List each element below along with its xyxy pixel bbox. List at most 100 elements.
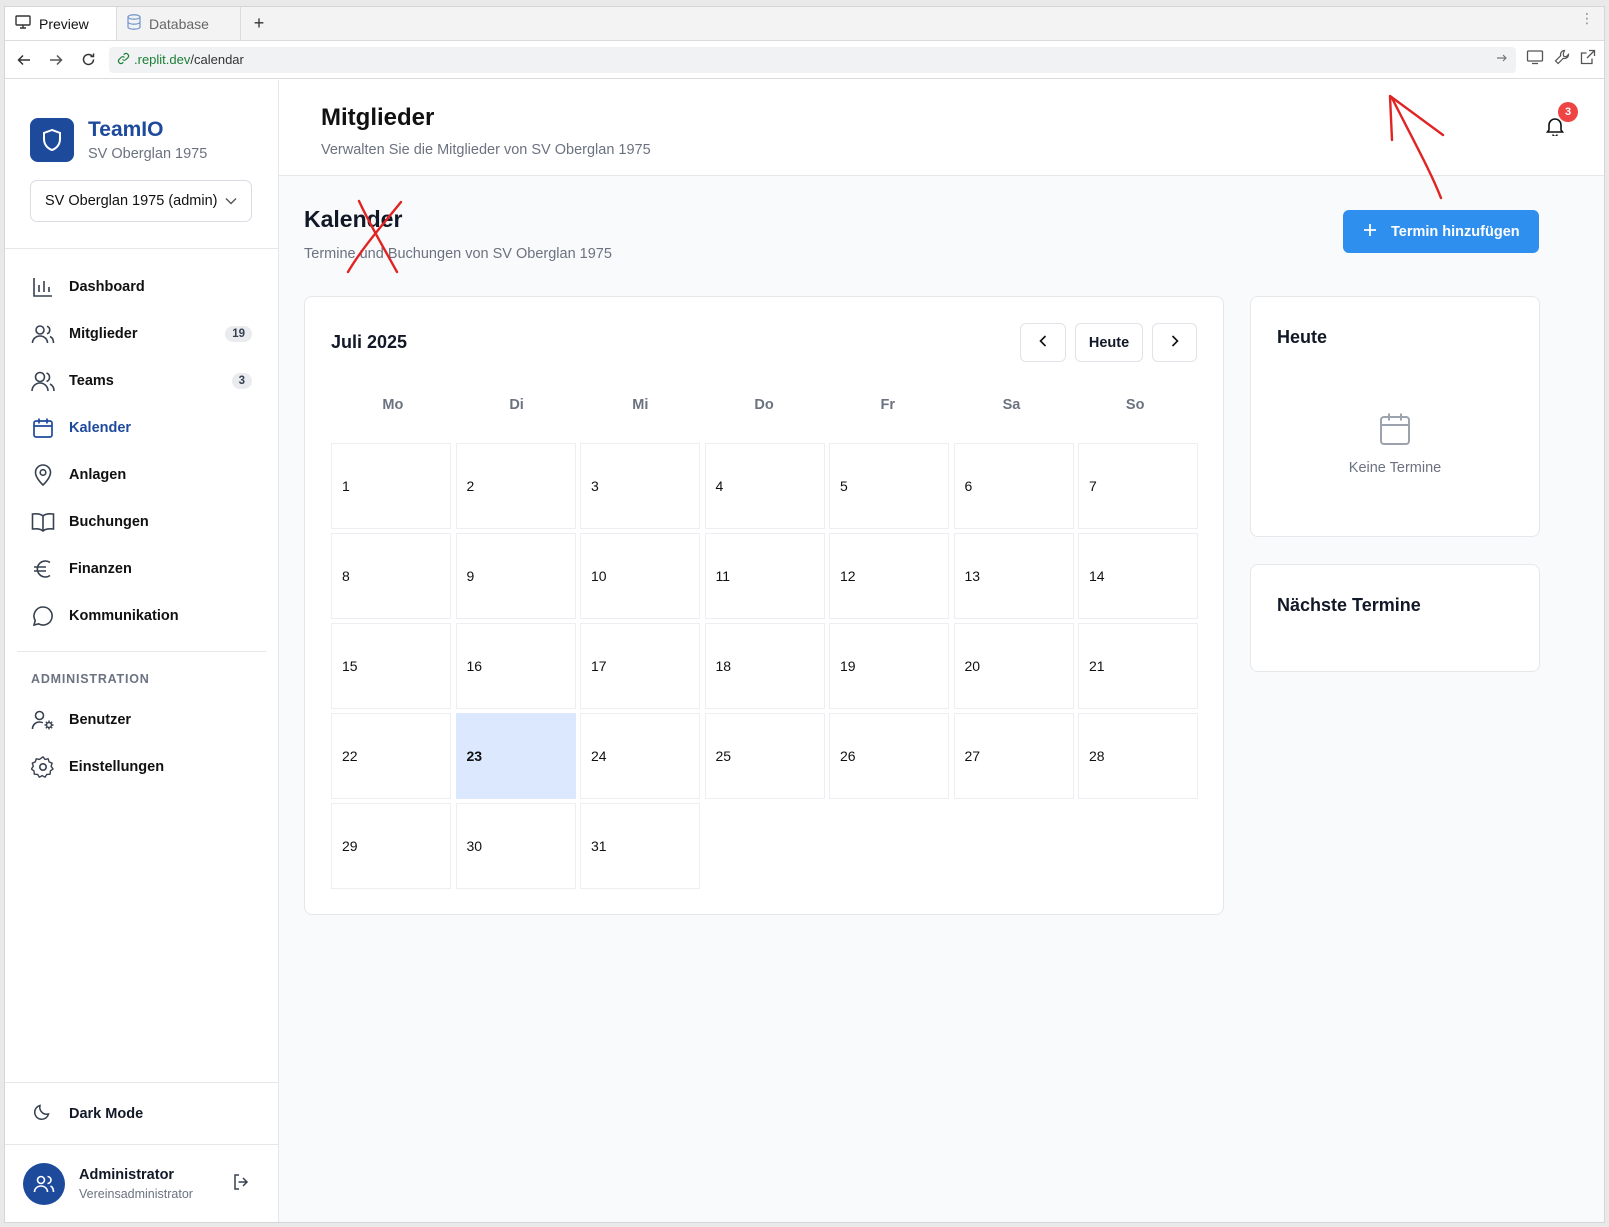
back-button[interactable] xyxy=(13,49,35,71)
browser-tabbar: Preview Database + ⋮ xyxy=(5,7,1604,41)
sidebar-item-dashboard[interactable]: Dashboard xyxy=(5,263,278,310)
calendar-day[interactable]: 3 xyxy=(580,443,700,529)
section-label-administration: ADMINISTRATION xyxy=(31,672,150,686)
sidebar: TeamIO SV Oberglan 1975 SV Oberglan 1975… xyxy=(5,80,279,1222)
calendar-day[interactable]: 10 xyxy=(580,533,700,619)
calendar-day[interactable]: 14 xyxy=(1078,533,1198,619)
sidebar-item-finanzen[interactable]: Finanzen xyxy=(5,545,278,592)
calendar-day[interactable]: 4 xyxy=(704,443,825,529)
avatar[interactable] xyxy=(23,1162,65,1205)
external-link-icon[interactable] xyxy=(1580,49,1596,70)
calendar-day-today[interactable]: 23 xyxy=(455,713,576,799)
user-cog-icon xyxy=(31,708,55,732)
header-subtitle: Verwalten Sie die Mitglieder von SV Ober… xyxy=(321,142,651,158)
sidebar-item-anlagen[interactable]: Anlagen xyxy=(5,451,278,498)
calendar-day[interactable]: 9 xyxy=(455,533,576,619)
sidebar-item-kommunikation[interactable]: Kommunikation xyxy=(5,592,278,639)
calendar-day[interactable]: 2 xyxy=(455,443,576,529)
chevron-right-icon xyxy=(1171,334,1179,351)
calendar-day[interactable]: 6 xyxy=(953,443,1074,529)
calendar-day[interactable]: 12 xyxy=(829,533,949,619)
tab-database-label: Database xyxy=(149,15,209,32)
calendar-day[interactable]: 25 xyxy=(704,713,825,799)
sidebar-item-label: Dashboard xyxy=(69,278,145,295)
sidebar-item-buchungen[interactable]: Buchungen xyxy=(5,498,278,545)
dark-mode-toggle[interactable]: Dark Mode xyxy=(5,1082,278,1144)
browser-window: Preview Database + ⋮ .replit.dev/calenda… xyxy=(4,6,1605,1223)
more-vertical-icon[interactable]: ⋮ xyxy=(1580,11,1594,25)
weekday-header: Mo Di Mi Do Fr Sa So xyxy=(331,397,1197,413)
sidebar-item-benutzer[interactable]: Benutzer xyxy=(5,696,278,743)
browser-tools xyxy=(1526,49,1596,70)
calendar-day[interactable]: 26 xyxy=(829,713,949,799)
tab-database[interactable]: Database xyxy=(117,7,241,40)
user-profile: Administrator Vereinsadministrator xyxy=(5,1144,278,1222)
sidebar-item-label: Anlagen xyxy=(69,466,127,483)
page-title: Kalender xyxy=(304,206,403,232)
tab-preview-label: Preview xyxy=(39,15,89,32)
wrench-icon[interactable] xyxy=(1554,49,1570,70)
calendar-day[interactable]: 29 xyxy=(331,803,451,889)
today-button[interactable]: Heute xyxy=(1075,323,1143,362)
calendar-day[interactable]: 8 xyxy=(331,533,451,619)
sidebar-item-label: Kommunikation xyxy=(69,607,179,624)
sidebar-item-label: Buchungen xyxy=(69,513,149,530)
prev-month-button[interactable] xyxy=(1020,323,1066,362)
calendar-day[interactable]: 5 xyxy=(829,443,949,529)
brand-name: TeamIO xyxy=(88,118,164,141)
calendar-day[interactable]: 17 xyxy=(580,623,700,709)
calendar-day[interactable]: 15 xyxy=(331,623,451,709)
user-name: Administrator xyxy=(79,1166,175,1183)
calendar-day[interactable]: 22 xyxy=(331,713,451,799)
calendar-day[interactable]: 19 xyxy=(829,623,949,709)
today-panel: Heute Keine Termine xyxy=(1250,296,1540,537)
calendar-day[interactable]: 24 xyxy=(580,713,700,799)
app-root: TeamIO SV Oberglan 1975 SV Oberglan 1975… xyxy=(5,80,1604,1222)
new-tab-button[interactable]: + xyxy=(241,7,277,40)
calendar-day[interactable]: 31 xyxy=(580,803,700,889)
calendar-day[interactable]: 1 xyxy=(331,443,451,529)
add-event-button[interactable]: Termin hinzufügen xyxy=(1343,210,1539,253)
next-month-button[interactable] xyxy=(1152,323,1197,362)
sidebar-item-label: Teams xyxy=(69,372,114,389)
brand: TeamIO SV Oberglan 1975 xyxy=(5,80,278,170)
forward-button[interactable] xyxy=(45,49,67,71)
calendar-nav: Heute xyxy=(1020,323,1197,362)
book-icon xyxy=(31,510,55,534)
weekday-label: So xyxy=(1125,397,1145,413)
calendar-grid: 1 2 3 4 5 6 7 8 9 10 11 12 13 14 15 16 17 18 19 20 21 22 23 24 2… xyxy=(331,443,1199,889)
calendar-day[interactable]: 27 xyxy=(953,713,1074,799)
sidebar-item-kalender[interactable]: Kalender xyxy=(5,404,278,451)
calendar-day[interactable]: 7 xyxy=(1078,443,1198,529)
sidebar-item-teams[interactable]: Teams 3 xyxy=(5,357,278,404)
calendar-day[interactable]: 18 xyxy=(704,623,825,709)
sidebar-item-einstellungen[interactable]: Einstellungen xyxy=(5,743,278,790)
shield-logo-icon xyxy=(30,118,74,162)
weekday-label: Mo xyxy=(382,397,404,413)
calendar-day[interactable]: 28 xyxy=(1078,713,1198,799)
bell-icon xyxy=(1545,118,1565,140)
sidebar-item-mitglieder[interactable]: Mitglieder 19 xyxy=(5,310,278,357)
reload-button[interactable] xyxy=(77,49,99,71)
url-input[interactable]: .replit.dev/calendar xyxy=(109,46,1516,73)
calendar-day[interactable]: 11 xyxy=(704,533,825,619)
calendar-day[interactable]: 16 xyxy=(455,623,576,709)
calendar-day[interactable]: 21 xyxy=(1078,623,1198,709)
notifications-button[interactable]: 3 xyxy=(1545,102,1578,141)
chevron-down-icon xyxy=(225,193,237,209)
club-select[interactable]: SV Oberglan 1975 (admin) xyxy=(30,180,252,222)
sidebar-item-label: Mitglieder xyxy=(69,325,138,342)
go-arrow-icon[interactable] xyxy=(1496,52,1508,67)
calendar-day[interactable]: 13 xyxy=(953,533,1074,619)
upcoming-panel-title: Nächste Termine xyxy=(1277,595,1421,615)
calendar-day[interactable]: 20 xyxy=(953,623,1074,709)
tab-preview[interactable]: Preview xyxy=(5,7,117,40)
users-icon xyxy=(31,322,55,346)
dark-mode-label: Dark Mode xyxy=(69,1105,144,1122)
brand-subtitle: SV Oberglan 1975 xyxy=(88,146,208,162)
devices-icon[interactable] xyxy=(1526,49,1544,70)
calendar-day[interactable]: 30 xyxy=(455,803,576,889)
logout-icon[interactable] xyxy=(232,1173,250,1196)
sidebar-item-label: Einstellungen xyxy=(69,758,165,775)
message-icon xyxy=(31,604,55,628)
